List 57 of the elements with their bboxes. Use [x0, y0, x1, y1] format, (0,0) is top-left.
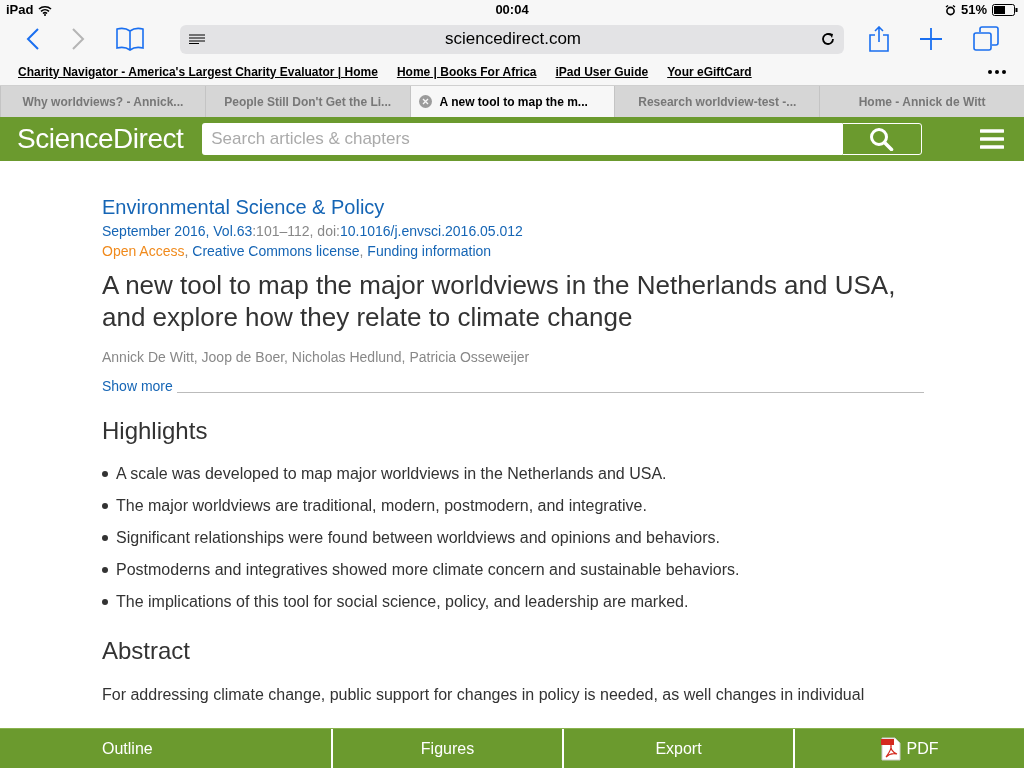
reload-icon[interactable]	[821, 32, 835, 46]
plus-icon[interactable]	[920, 28, 942, 50]
toolbar-button[interactable]: Figures	[331, 729, 562, 768]
citation-text: :101–112, doi:	[252, 223, 340, 239]
section-heading: Highlights	[102, 416, 209, 446]
alarm-icon	[944, 4, 956, 16]
citation-link[interactable]: Funding information	[367, 243, 492, 259]
share-icon[interactable]	[869, 26, 890, 52]
bullet-icon	[102, 567, 108, 573]
menu-icon[interactable]	[980, 129, 1004, 149]
open-access-label: Open Access	[102, 243, 185, 259]
toolbar-button[interactable]: PDF	[793, 729, 1024, 768]
article-title: A new tool to map the major worldviews in the Netherlands and USA, and explore how they relate to climate change	[102, 269, 897, 333]
battery-icon	[992, 4, 1018, 16]
device-name: iPad	[6, 1, 34, 20]
highlight-item: Significant relationships were found between worldviews and opinions and behaviors.	[116, 528, 720, 548]
bullet-icon	[102, 535, 108, 541]
search-field[interactable]: Search articles & chapters	[202, 123, 843, 155]
citation-text: ,	[184, 243, 190, 259]
citation-link[interactable]: September 2016, Vol.63	[102, 223, 253, 239]
toolbar-button[interactable]: Outline	[0, 729, 331, 768]
bullet-icon	[102, 471, 108, 477]
tabs-icon[interactable]	[972, 26, 999, 52]
close-icon[interactable]	[418, 95, 432, 108]
highlight-item: A scale was developed to map major worldviews in the Netherlands and USA.	[116, 464, 667, 484]
bookmark-link[interactable]: Your eGiftCard	[667, 62, 752, 81]
toolbar-button[interactable]: Export	[562, 729, 793, 768]
abstract-text: For addressing climate change, public support for changes in policy is needed, as well changes in individual	[102, 685, 866, 705]
wifi-icon	[38, 4, 53, 16]
back-icon[interactable]	[25, 28, 40, 50]
show-more-link[interactable]: Show more	[102, 376, 173, 397]
bullet-icon	[102, 503, 108, 509]
bookmark-link[interactable]: iPad User Guide	[555, 62, 649, 81]
bookmark-link[interactable]: Home | Books For Africa	[396, 62, 537, 81]
bookmark-link[interactable]: Charity Navigator - America's Largest Charity Evaluator | Home	[18, 62, 378, 81]
journal-link[interactable]: Environmental Science & Policy	[102, 194, 924, 220]
highlight-item: The implications of this tool for social science, policy, and leadership are marked.	[116, 592, 689, 612]
search-icon	[869, 127, 896, 151]
highlight-item: The major worldviews are traditional, modern, postmodern, and integrative.	[116, 496, 647, 516]
citation-link[interactable]: Creative Commons license	[192, 243, 360, 259]
book-icon[interactable]	[116, 27, 145, 51]
clock-time: 00:04	[495, 1, 529, 20]
citation-text: ,	[359, 243, 365, 259]
address-text: sciencedirect.com	[444, 28, 582, 51]
author-list: Annick De Witt, Joop de Boer, Nicholas Hedlund, Patricia Osseweijer	[102, 347, 924, 368]
logo[interactable]: ScienceDirect	[17, 118, 184, 160]
browser-tab[interactable]: A new tool to map the m...	[409, 86, 615, 117]
address-bar[interactable]: sciencedirect.com	[180, 24, 844, 54]
citation-link[interactable]: 10.1016/j.envsci.2016.05.012	[339, 223, 523, 239]
highlight-item: Postmoderns and integratives showed more climate concern and sustainable behaviors.	[116, 560, 740, 580]
more-icon[interactable]	[988, 69, 1006, 74]
search-button[interactable]	[842, 123, 923, 155]
battery-percent: 51%	[960, 1, 987, 20]
bullet-icon	[102, 599, 108, 605]
pdf-file-icon	[880, 736, 901, 761]
section-heading: Abstract	[102, 636, 192, 666]
reader-icon[interactable]	[189, 34, 205, 44]
